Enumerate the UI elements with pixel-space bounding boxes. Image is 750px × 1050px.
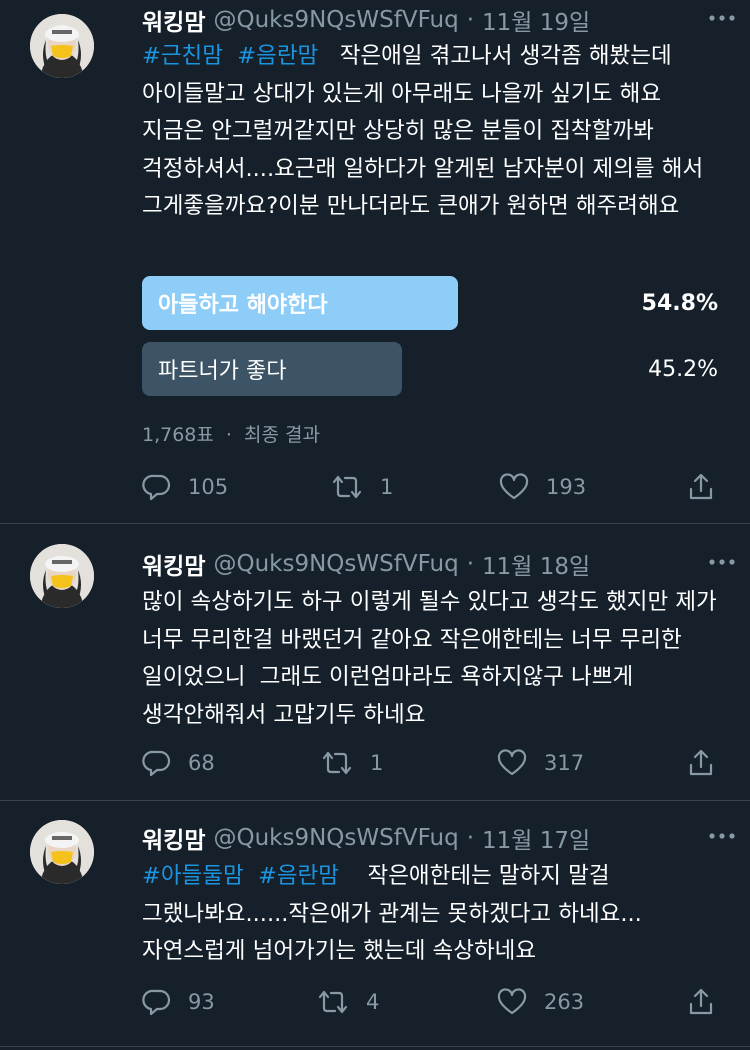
retweet-icon [322, 751, 352, 775]
share-button[interactable] [686, 745, 732, 781]
tweet[interactable]: 워킹맘 @Quks9NQsWSfVFuq · 11월 19일 #근친맘 #음란맘… [0, 0, 750, 522]
tweet-actions: 68 1 317 [142, 745, 720, 781]
tweet-date[interactable]: 11월 19일 [482, 3, 590, 37]
tweet-date[interactable]: 11월 18일 [482, 547, 590, 581]
poll-votes: 1,768표 [142, 424, 214, 446]
tweet-text: 많이 속상하기도 하구 이렇게 될수 있다고 생각도 했지만 제가 너무 무리한… [142, 584, 722, 734]
reply-icon [142, 989, 171, 1016]
share-button[interactable] [686, 469, 732, 505]
tweet-text: #근친맘 #음란맘 작은애일 겪고나서 생각좀 해봤는데 아이들말고 상대가 있… [142, 38, 722, 226]
retweet-icon [318, 990, 348, 1014]
more-icon[interactable] [704, 548, 740, 576]
avatar[interactable] [30, 544, 94, 608]
hashtag[interactable]: #근친맘 [142, 43, 223, 69]
author-handle[interactable]: @Quks9NQsWSfVFuq [213, 551, 458, 577]
tweet-date[interactable]: 11월 17일 [482, 821, 590, 855]
like-count: 263 [544, 990, 585, 1014]
like-button[interactable]: 263 [496, 984, 584, 1020]
tweet-text-content: 많이 속상하기도 하구 이렇게 될수 있다고 생각도 했지만 제가 너무 무리한… [142, 589, 724, 728]
retweet-count: 1 [380, 475, 394, 499]
hashtag[interactable]: #음란맘 [237, 43, 318, 69]
tweet-text-content: 작은애일 겪고나서 생각좀 해봤는데 아이들말고 상대가 있는게 아무래도 나을… [142, 43, 725, 219]
reply-icon [142, 750, 171, 777]
retweet-button[interactable]: 4 [316, 984, 379, 1020]
like-button[interactable]: 317 [496, 745, 584, 781]
retweet-button[interactable]: 1 [330, 469, 393, 505]
hashtag[interactable]: #음란맘 [258, 863, 339, 889]
tweet-actions: 105 1 193 [142, 469, 720, 505]
share-icon [689, 988, 713, 1015]
divider [0, 1046, 750, 1047]
reply-icon [142, 474, 171, 501]
reply-button[interactable]: 105 [142, 469, 228, 505]
more-icon[interactable] [704, 4, 740, 32]
share-icon [689, 473, 713, 500]
poll-option: 파트너가 좋다 [142, 342, 402, 396]
like-icon [497, 988, 527, 1015]
like-icon [497, 749, 527, 776]
poll-option-winner: 아들하고 해야한다 [142, 276, 458, 330]
poll-option-label: 파트너가 좋다 [158, 359, 287, 384]
author-name[interactable]: 워킹맘 [142, 3, 205, 37]
avatar[interactable] [30, 14, 94, 78]
like-count: 193 [546, 475, 587, 499]
avatar[interactable] [30, 820, 94, 884]
poll-option-percent: 45.2% [648, 356, 718, 382]
hashtag[interactable]: #아들둘맘 [142, 863, 244, 889]
share-button[interactable] [686, 984, 732, 1020]
retweet-count: 1 [370, 751, 384, 775]
reply-count: 93 [188, 990, 215, 1014]
separator-dot: · [466, 7, 475, 33]
tweet-actions: 93 4 263 [142, 984, 720, 1020]
poll-option-percent: 54.8% [641, 290, 718, 316]
poll-status: 최종 결과 [244, 424, 320, 446]
tweet[interactable]: 워킹맘 @Quks9NQsWSfVFuq · 11월 18일 많이 속상하기도 … [0, 524, 750, 800]
reply-button[interactable]: 68 [142, 745, 215, 781]
tweet[interactable]: 워킹맘 @Quks9NQsWSfVFuq · 11월 17일 #아들둘맘 #음란… [0, 801, 750, 1050]
separator-dot: · [466, 551, 475, 577]
retweet-count: 4 [366, 990, 380, 1014]
poll-meta: 1,768표 · 최종 결과 [142, 420, 320, 447]
reply-button[interactable]: 93 [142, 984, 215, 1020]
like-button[interactable]: 193 [498, 469, 586, 505]
retweet-icon [332, 475, 362, 499]
like-icon [499, 473, 529, 500]
author-name[interactable]: 워킹맘 [142, 547, 205, 581]
reply-count: 105 [188, 475, 229, 499]
more-icon[interactable] [704, 822, 740, 850]
author-handle[interactable]: @Quks9NQsWSfVFuq [213, 7, 458, 33]
separator-dot: · [466, 825, 475, 851]
poll-option-label: 아들하고 해야한다 [158, 293, 328, 318]
share-icon [689, 749, 713, 776]
retweet-button[interactable]: 1 [320, 745, 383, 781]
separator-dot: · [225, 424, 232, 446]
tweet-text: #아들둘맘 #음란맘 작은애한테는 말하지 말걸 그랬나봐요......작은애가… [142, 858, 722, 971]
author-name[interactable]: 워킹맘 [142, 821, 205, 855]
author-handle[interactable]: @Quks9NQsWSfVFuq [213, 825, 458, 851]
like-count: 317 [544, 751, 585, 775]
reply-count: 68 [188, 751, 215, 775]
